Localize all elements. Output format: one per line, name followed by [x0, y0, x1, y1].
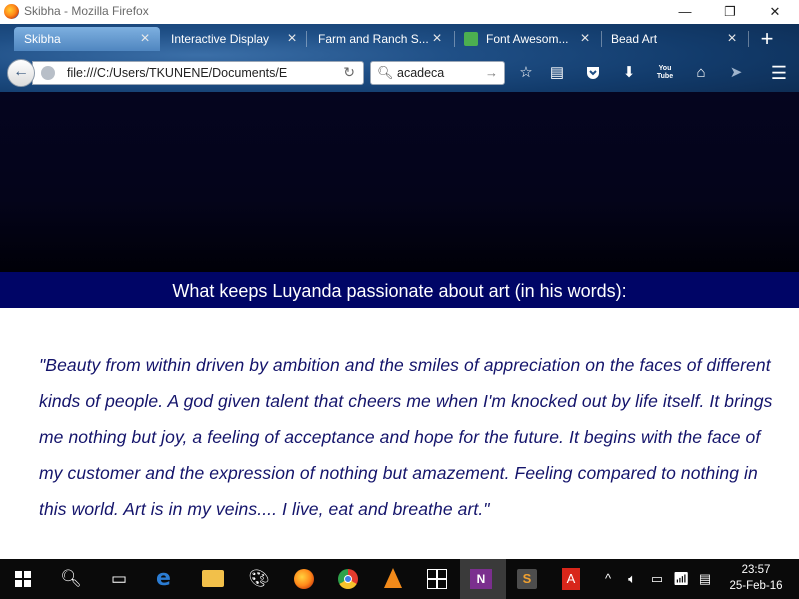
- section-heading: What keeps Luyanda passionate about art …: [0, 272, 799, 308]
- windows-logo-icon: [15, 571, 31, 587]
- edge-icon[interactable]: e: [144, 559, 190, 599]
- volume-icon[interactable]: 🔈︎: [620, 559, 644, 599]
- tab-label: Bead Art: [611, 32, 658, 46]
- download-icon[interactable]: ⬇: [617, 62, 641, 84]
- youtube-label: You: [658, 65, 672, 72]
- search-go-icon[interactable]: →: [485, 65, 498, 80]
- store-icon[interactable]: [414, 559, 460, 599]
- back-button[interactable]: ←: [7, 59, 35, 87]
- tab-farm-and-ranch[interactable]: Farm and Ranch S... ×: [308, 27, 453, 51]
- search-icon: 🔍︎: [377, 65, 394, 80]
- hero-banner: [0, 92, 799, 272]
- tab-bead-art[interactable]: Bead Art ×: [601, 27, 746, 51]
- battery-icon[interactable]: ▭: [646, 559, 668, 599]
- start-button[interactable]: [0, 559, 46, 599]
- tab-close-icon[interactable]: ×: [430, 27, 444, 51]
- globe-icon: [41, 66, 55, 80]
- search-bar[interactable]: 🔍︎ acadeca →: [370, 61, 505, 85]
- search-taskbar-icon[interactable]: 🔍︎: [48, 559, 94, 599]
- tab-font-awesome[interactable]: Font Awesom... ×: [456, 27, 600, 51]
- browser-chrome: Skibha - Mozilla Firefox — ❐ ✕ Skibha × …: [0, 0, 799, 92]
- maximize-button[interactable]: ❐: [707, 0, 753, 24]
- notifications-icon[interactable]: ▤: [694, 559, 716, 599]
- task-view-icon[interactable]: ▭: [96, 559, 142, 599]
- clock[interactable]: 23:57 25-Feb-16: [722, 562, 790, 594]
- close-window-button[interactable]: ✕: [752, 0, 798, 24]
- tab-separator: [454, 31, 455, 47]
- tab-label: Interactive Display: [171, 32, 270, 46]
- home-icon[interactable]: ⌂: [689, 62, 713, 84]
- favicon-icon: [464, 32, 478, 46]
- youtube-icon[interactable]: You Tube: [653, 62, 677, 84]
- tab-label: Farm and Ranch S...: [318, 32, 428, 46]
- url-bar[interactable]: file:///C:/Users/TKUNENE/Documents/E ↻: [32, 61, 364, 85]
- reading-list-icon[interactable]: ▤: [545, 62, 569, 84]
- tab-close-icon[interactable]: ×: [578, 27, 592, 51]
- wifi-icon[interactable]: 📶︎: [670, 559, 692, 599]
- tab-close-icon[interactable]: ×: [285, 27, 299, 51]
- clock-time: 23:57: [741, 564, 771, 576]
- send-icon[interactable]: ➤: [724, 62, 748, 84]
- clock-date: 25-Feb-16: [729, 580, 783, 592]
- firefox-icon: [4, 4, 19, 19]
- bookmark-star-icon[interactable]: ☆: [514, 62, 538, 84]
- url-input[interactable]: file:///C:/Users/TKUNENE/Documents/E: [67, 66, 337, 80]
- taskbar: 🔍︎ ▭ e 🎨︎ N S A ^ 🔈︎ ▭ 📶︎ ▤ 23:57 25-Feb…: [0, 559, 799, 599]
- tab-label: Skibha: [24, 32, 61, 46]
- vlc-icon[interactable]: [370, 559, 416, 599]
- new-tab-button[interactable]: +: [755, 27, 779, 51]
- sublime-text-icon[interactable]: S: [505, 559, 551, 599]
- firefox-taskbar-icon[interactable]: [281, 559, 327, 599]
- chrome-icon[interactable]: [325, 559, 371, 599]
- menu-icon[interactable]: ☰: [767, 62, 791, 84]
- tab-label: Font Awesom...: [486, 32, 569, 46]
- tab-close-icon[interactable]: ×: [138, 27, 152, 51]
- tab-separator: [748, 31, 749, 47]
- paint-icon[interactable]: 🎨︎: [236, 559, 282, 599]
- minimize-button[interactable]: —: [662, 0, 708, 24]
- youtube-label: Tube: [656, 73, 674, 80]
- window-title: Skibha - Mozilla Firefox: [24, 4, 149, 18]
- pocket-icon[interactable]: [581, 62, 605, 84]
- tab-interactive-display[interactable]: Interactive Display ×: [161, 27, 306, 51]
- tray-overflow-icon[interactable]: ^: [598, 559, 618, 599]
- onenote-icon[interactable]: N: [460, 559, 506, 599]
- quote-text: "Beauty from within driven by ambition a…: [39, 355, 773, 519]
- file-explorer-icon[interactable]: [190, 559, 236, 599]
- acrobat-icon[interactable]: A: [549, 559, 595, 599]
- search-input[interactable]: acadeca: [397, 66, 444, 80]
- tab-close-icon[interactable]: ×: [725, 27, 739, 51]
- tab-skibha[interactable]: Skibha ×: [14, 27, 160, 51]
- reload-icon[interactable]: ↻: [343, 64, 355, 81]
- title-bar: Skibha - Mozilla Firefox — ❐ ✕: [0, 0, 799, 24]
- tab-separator: [306, 31, 307, 47]
